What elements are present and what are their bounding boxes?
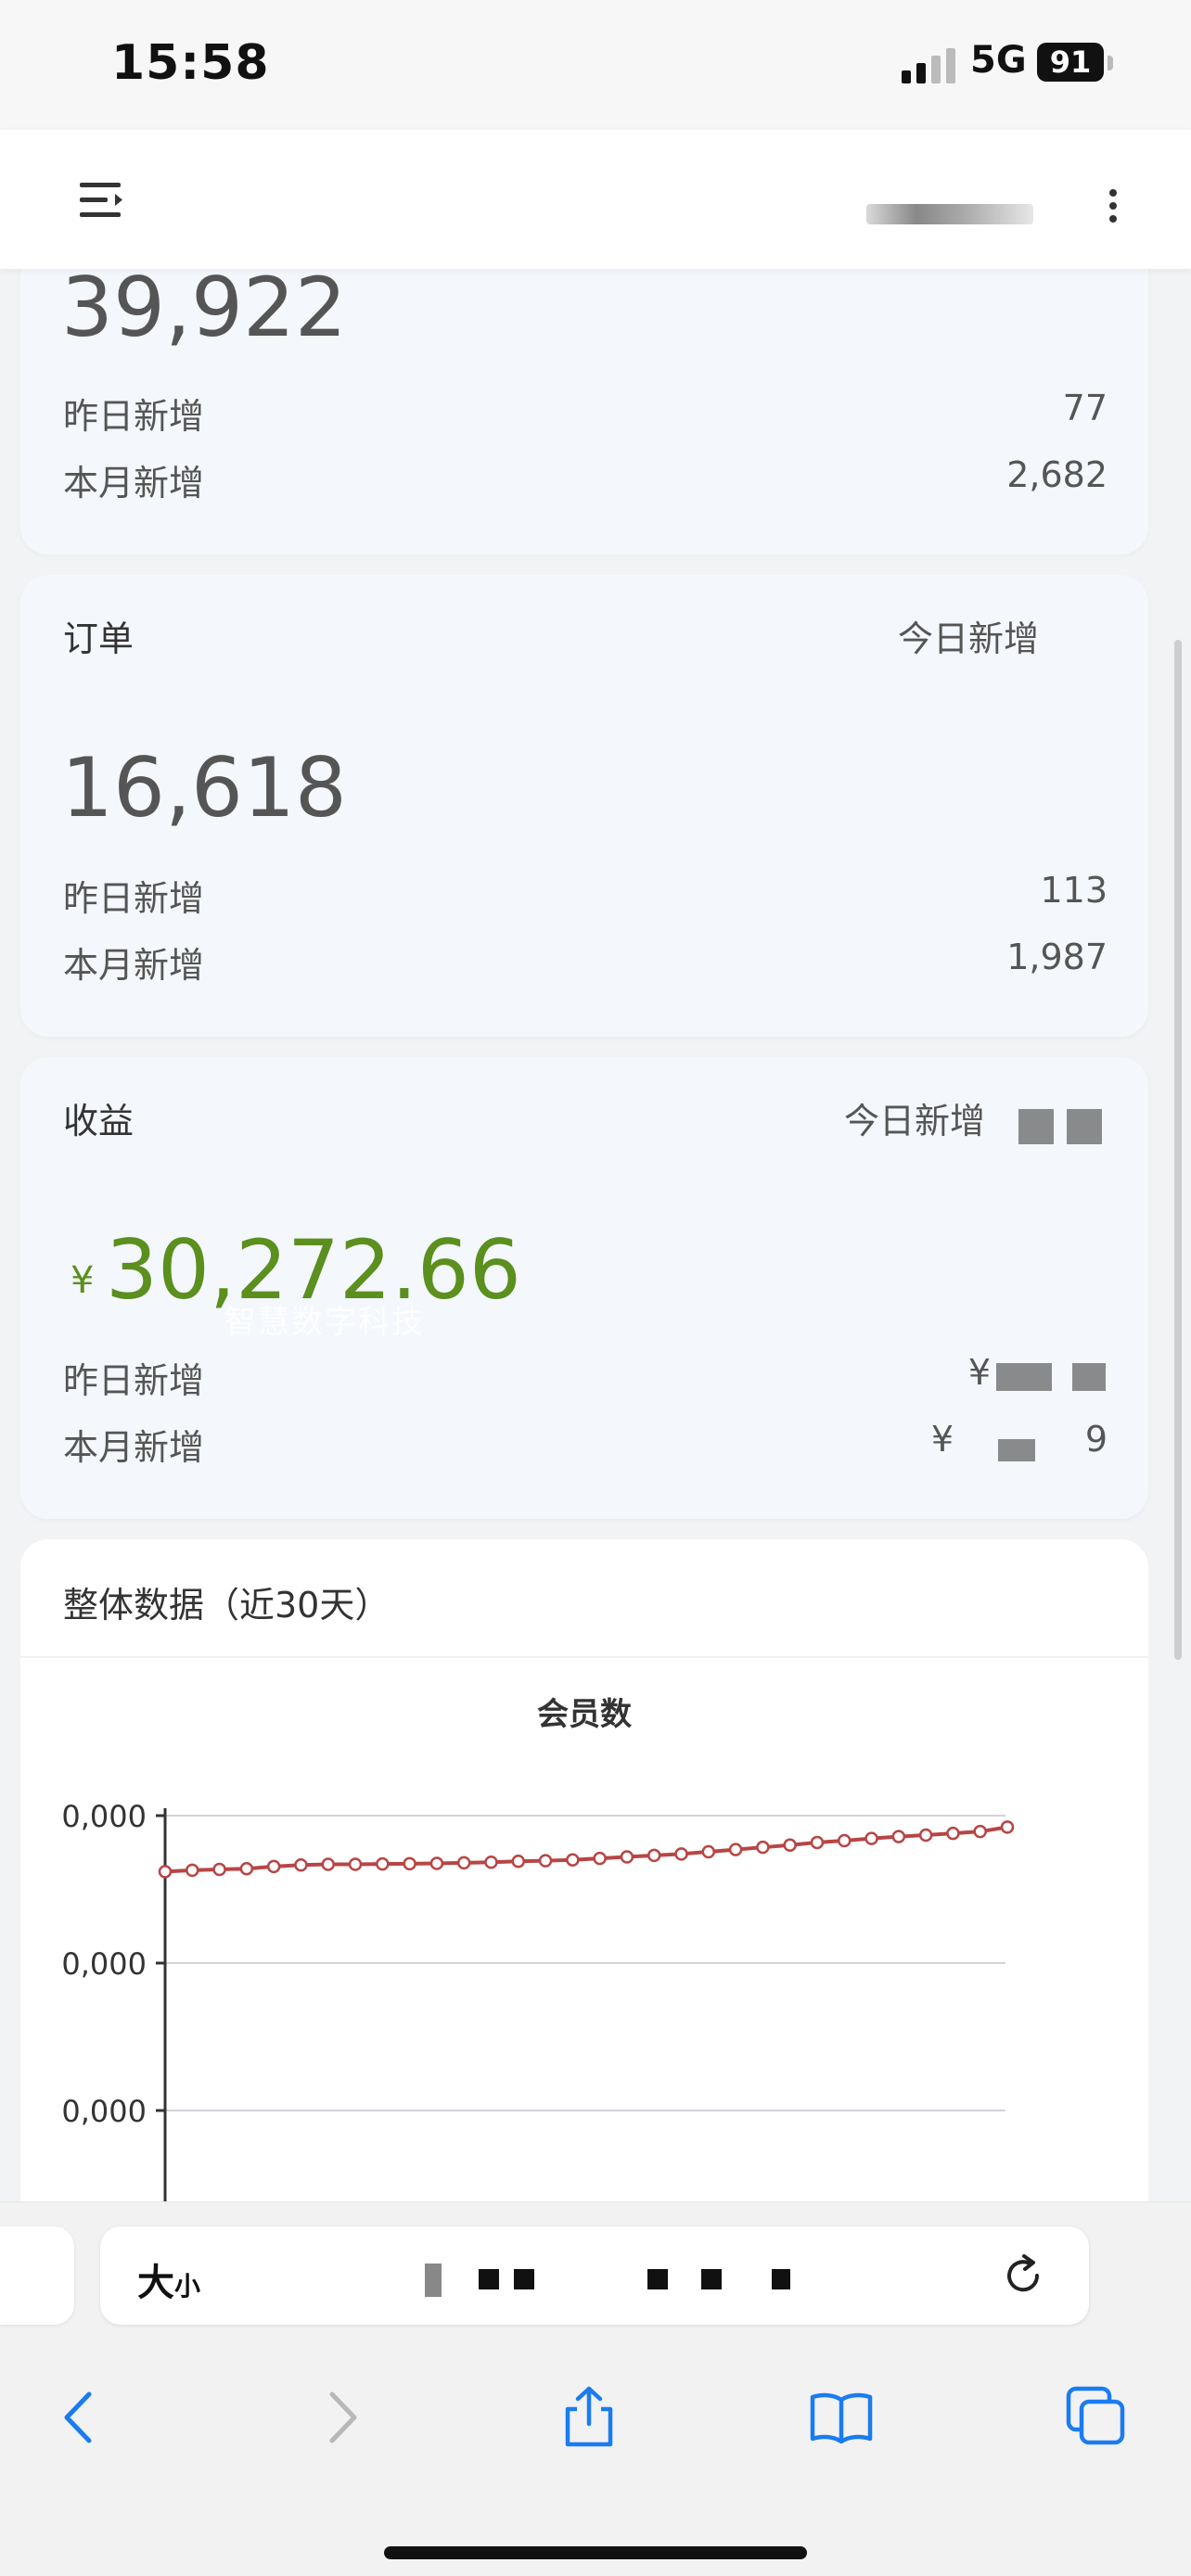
url-redacted	[514, 2269, 534, 2289]
y-tick-label: 0,000	[61, 1946, 147, 1982]
data-point	[376, 1856, 390, 1871]
members-line-chart: 会员数 0,000 0,000 0,000	[61, 1696, 1015, 2207]
orders-month-value: 1,987	[1006, 937, 1108, 977]
orders-card: 订单 今日新增 16,618 昨日新增 113 本月新增 1,987	[20, 575, 1148, 1037]
members-month-value: 2,682	[1006, 454, 1108, 495]
redacted-value	[1067, 1109, 1102, 1144]
app-header	[0, 130, 1191, 269]
data-point	[484, 1855, 498, 1869]
text-size-big: 大	[137, 2262, 174, 2304]
revenue-month-prefix: ¥	[930, 1419, 954, 1460]
status-bar: 15:58 5G 91	[0, 0, 1191, 130]
overview-title: 整体数据（近30天）	[63, 1585, 391, 1626]
forward-icon[interactable]	[308, 2385, 373, 2450]
orders-yesterday-label: 昨日新增	[63, 878, 205, 919]
tabs-icon[interactable]	[1063, 2385, 1128, 2450]
data-point	[403, 1856, 416, 1871]
redacted-value	[998, 1439, 1035, 1461]
battery-tip	[1108, 56, 1113, 70]
y-tick-label: 0,000	[61, 2094, 147, 2129]
revenue-card: 收益 今日新增 ¥ 30,272.66 智慧数字科技 昨日新增 ¥ 本月新增 ¥…	[20, 1057, 1148, 1519]
url-redacted	[479, 2269, 499, 2289]
url-redacted	[701, 2269, 722, 2289]
data-point	[348, 1857, 363, 1871]
data-point	[864, 1831, 878, 1845]
page-scrollbar[interactable]	[1174, 640, 1182, 1660]
url-redacted	[772, 2269, 790, 2289]
user-name-redacted[interactable]	[866, 204, 1033, 224]
orders-total: 16,618	[61, 740, 347, 835]
overview-chart-card: 整体数据（近30天） 会员数 0,000 0,000 0,000	[20, 1539, 1148, 2207]
data-point	[511, 1855, 526, 1868]
members-yesterday-value: 77	[1062, 388, 1108, 428]
revenue-yesterday-label: 昨日新增	[63, 1360, 205, 1401]
orders-title: 订单	[63, 618, 134, 659]
data-point	[566, 1853, 580, 1867]
revenue-today-label: 今日新增	[844, 1101, 986, 1141]
menu-icon[interactable]	[80, 181, 126, 220]
revenue-title: 收益	[63, 1101, 134, 1141]
redacted-value	[1072, 1363, 1106, 1391]
revenue-month-suffix: 9	[1084, 1419, 1108, 1460]
orders-today-label: 今日新增	[898, 618, 1040, 659]
address-bar[interactable]: 大小	[100, 2226, 1089, 2325]
redacted-value	[996, 1363, 1052, 1391]
data-point	[674, 1847, 688, 1861]
data-point	[973, 1824, 987, 1839]
currency-symbol: ¥	[70, 1259, 95, 1302]
y-tick-label: 0,000	[61, 1799, 147, 1834]
data-point	[891, 1830, 906, 1843]
safari-address-area: 大小	[0, 2201, 1191, 2341]
data-point	[810, 1835, 825, 1850]
back-icon[interactable]	[48, 2385, 113, 2450]
data-point	[838, 1833, 852, 1848]
members-total: 39,922	[61, 260, 347, 355]
home-indicator	[384, 2546, 807, 2559]
status-time: 15:58	[111, 35, 270, 91]
data-point	[620, 1850, 634, 1864]
more-options-icon[interactable]	[1102, 185, 1124, 226]
data-point	[294, 1858, 308, 1872]
data-point	[538, 1854, 553, 1868]
revenue-month-label: 本月新增	[63, 1427, 205, 1468]
share-icon[interactable]	[557, 2385, 621, 2450]
data-point	[239, 1861, 254, 1876]
orders-month-label: 本月新增	[63, 945, 205, 986]
bookmarks-icon[interactable]	[809, 2385, 874, 2450]
watermark-text: 智慧数字科技	[224, 1304, 425, 1341]
url-redacted	[425, 2264, 442, 2297]
data-point	[756, 1840, 770, 1855]
safari-toolbar	[0, 2340, 1191, 2576]
chart-title: 会员数	[537, 1696, 632, 1733]
data-point	[456, 1855, 471, 1870]
previous-tab-peek[interactable]	[0, 2226, 74, 2325]
data-point	[647, 1848, 661, 1863]
series-line	[164, 1825, 1008, 1874]
data-point	[429, 1856, 444, 1870]
data-point	[266, 1859, 281, 1874]
data-point	[321, 1857, 335, 1871]
redacted-value	[1018, 1109, 1054, 1144]
data-point	[158, 1865, 173, 1879]
reload-icon[interactable]	[1000, 2252, 1046, 2299]
data-point	[186, 1863, 199, 1878]
data-point	[728, 1843, 743, 1856]
data-point	[783, 1838, 797, 1853]
url-redacted	[647, 2269, 668, 2289]
revenue-yesterday-prefix: ¥	[967, 1352, 991, 1393]
text-size-small: 小	[174, 2271, 201, 2302]
data-point	[918, 1828, 933, 1843]
data-point	[1000, 1820, 1015, 1834]
battery-icon: 91	[1037, 43, 1104, 82]
data-point	[701, 1844, 716, 1859]
data-point	[946, 1826, 960, 1841]
data-point	[593, 1851, 607, 1866]
members-month-label: 本月新增	[63, 463, 205, 504]
cellular-signal-icon	[902, 48, 955, 83]
text-size-button[interactable]: 大小	[137, 2252, 200, 2306]
orders-yesterday-value: 113	[1040, 870, 1108, 911]
data-point	[212, 1862, 226, 1877]
members-yesterday-label: 昨日新增	[63, 396, 205, 437]
network-type: 5G	[970, 39, 1027, 82]
